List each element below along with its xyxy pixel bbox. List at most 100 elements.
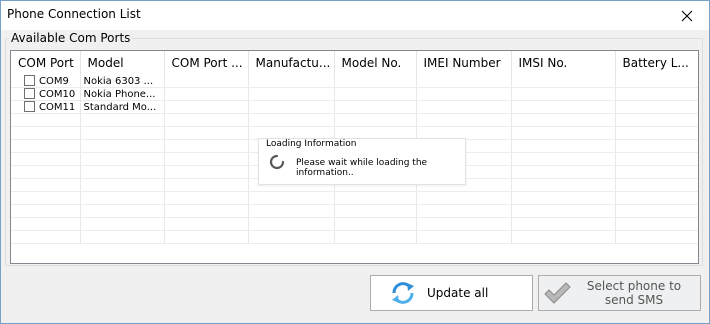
empty-cell — [248, 75, 335, 88]
empty-cell — [248, 100, 335, 114]
empty-cell — [11, 217, 81, 231]
col-header-com-port[interactable]: COM Port — [11, 51, 81, 75]
com-port-cell: COM10 — [11, 87, 81, 101]
table-row[interactable]: COM9 Nokia 6303 ... — [11, 75, 698, 88]
empty-cell — [334, 113, 417, 127]
table-row[interactable]: COM11 Standard Mo... — [11, 100, 698, 114]
com-port-cell: COM11 — [11, 100, 81, 114]
empty-cell — [164, 75, 249, 88]
update-all-label: Update all — [427, 286, 489, 300]
empty-cell — [164, 204, 249, 218]
empty-cell — [511, 75, 616, 88]
empty-cell — [416, 217, 512, 231]
com-port-label: COM11 — [39, 102, 76, 113]
empty-cell — [80, 152, 165, 166]
empty-cell — [248, 217, 335, 231]
empty-cell — [80, 139, 165, 153]
empty-cell — [416, 191, 512, 205]
empty-cell — [416, 230, 512, 244]
empty-cell — [80, 204, 165, 218]
empty-cell — [511, 191, 616, 205]
empty-cell — [164, 100, 249, 114]
empty-cell — [80, 126, 165, 140]
empty-cell — [164, 126, 249, 140]
header-row: COM Port Model COM Port ... Manufactu...… — [11, 51, 698, 75]
empty-cell — [164, 178, 249, 192]
refresh-icon — [392, 282, 414, 304]
update-all-button[interactable]: Update all — [370, 275, 533, 311]
empty-cell — [511, 87, 616, 101]
col-header-model[interactable]: Model — [80, 51, 165, 75]
empty-cell — [511, 100, 616, 114]
empty-cell — [615, 113, 698, 127]
col-header-manufacturer[interactable]: Manufactu... — [248, 51, 335, 75]
empty-cell — [334, 87, 417, 101]
empty-cell — [11, 204, 81, 218]
model-cell: Nokia 6303 ... — [80, 75, 165, 88]
empty-cell — [248, 113, 335, 127]
loading-message: Please wait while loading the informatio… — [296, 158, 428, 178]
col-header-imei[interactable]: IMEI Number — [416, 51, 512, 75]
empty-cell — [416, 87, 512, 101]
empty-cell — [416, 100, 512, 114]
empty-cell — [11, 230, 81, 244]
empty-cell — [248, 191, 335, 205]
row-checkbox[interactable] — [24, 101, 35, 112]
col-header-model-no[interactable]: Model No. — [334, 51, 417, 75]
empty-cell — [80, 191, 165, 205]
empty-cell — [511, 178, 616, 192]
com-port-cell: COM9 — [11, 75, 81, 88]
empty-cell — [416, 75, 512, 88]
close-icon — [681, 10, 692, 21]
loading-title: Loading Information — [266, 139, 357, 149]
table-row — [11, 204, 698, 218]
empty-cell — [416, 204, 512, 218]
empty-cell — [164, 87, 249, 101]
table-row[interactable]: COM10 Nokia Phone... — [11, 87, 698, 101]
close-button[interactable] — [664, 1, 709, 30]
col-header-battery[interactable]: Battery L... — [615, 51, 698, 75]
empty-cell — [11, 178, 81, 192]
empty-cell — [615, 165, 698, 179]
window-title: Phone Connection List — [7, 7, 141, 21]
empty-cell — [11, 126, 81, 140]
col-header-imsi[interactable]: IMSI No. — [511, 51, 616, 75]
empty-cell — [164, 113, 249, 127]
empty-cell — [511, 152, 616, 166]
title-bar: Phone Connection List — [1, 1, 709, 30]
com-port-label: COM10 — [39, 89, 76, 100]
table-row — [11, 217, 698, 231]
empty-cell — [164, 152, 249, 166]
row-checkbox[interactable] — [24, 75, 35, 86]
empty-cell — [334, 230, 417, 244]
col-header-com-port-status[interactable]: COM Port ... — [164, 51, 249, 75]
loading-panel: Loading Information Please wait while lo… — [258, 138, 466, 185]
empty-cell — [164, 139, 249, 153]
empty-cell — [615, 217, 698, 231]
empty-cell — [11, 152, 81, 166]
table-row — [11, 113, 698, 127]
empty-cell — [164, 230, 249, 244]
empty-cell — [334, 75, 417, 88]
empty-cell — [334, 204, 417, 218]
group-title: Available Com Ports — [9, 31, 133, 45]
empty-cell — [511, 204, 616, 218]
table-row — [11, 191, 698, 205]
empty-cell — [615, 152, 698, 166]
empty-cell — [511, 230, 616, 244]
empty-cell — [615, 139, 698, 153]
empty-cell — [416, 113, 512, 127]
empty-cell — [615, 100, 698, 114]
empty-cell — [164, 191, 249, 205]
empty-cell — [511, 126, 616, 140]
empty-cell — [80, 230, 165, 244]
empty-cell — [615, 191, 698, 205]
empty-cell — [334, 217, 417, 231]
empty-cell — [511, 165, 616, 179]
empty-cell — [248, 87, 335, 101]
select-phone-send-sms-button[interactable]: Select phone to send SMS — [538, 275, 701, 311]
row-checkbox[interactable] — [24, 88, 35, 99]
empty-cell — [80, 113, 165, 127]
empty-cell — [511, 217, 616, 231]
empty-cell — [615, 75, 698, 88]
